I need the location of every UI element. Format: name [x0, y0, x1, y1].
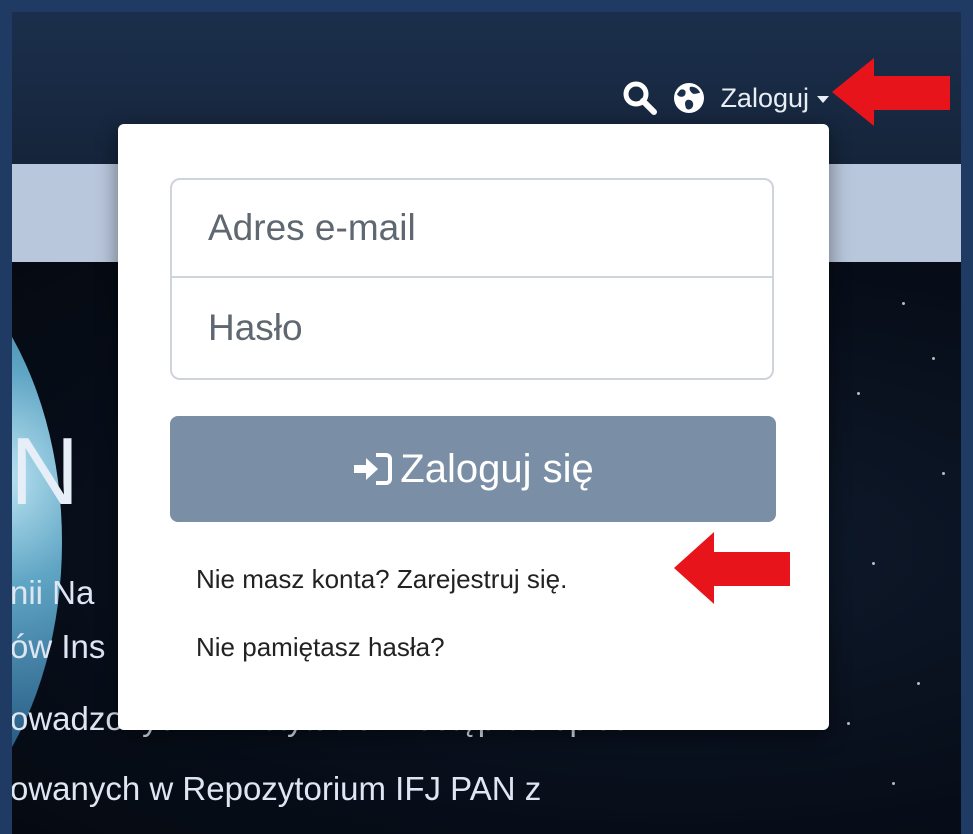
login-dropdown: Zaloguj się Nie masz konta? Zarejestruj …	[118, 124, 829, 730]
red-arrow-icon	[674, 532, 790, 604]
navbar-right: Zaloguj	[622, 76, 829, 120]
forgot-password-link[interactable]: Nie pamiętasz hasła?	[196, 632, 445, 663]
caret-down-icon	[817, 96, 829, 103]
star	[917, 682, 920, 685]
hero-title-fragment: N	[12, 418, 82, 525]
login-dropdown-toggle[interactable]: Zaloguj	[720, 83, 829, 114]
star	[942, 472, 945, 475]
password-field[interactable]	[170, 278, 774, 380]
sign-in-icon	[354, 453, 393, 485]
star	[847, 722, 850, 725]
login-submit-button[interactable]: Zaloguj się	[170, 416, 776, 522]
page-frame: Zaloguj N nii Na ów Ins owadzonych w ins…	[12, 12, 961, 834]
hero-text-line-4: owanych w Repozytorium IFJ PAN z	[12, 770, 542, 807]
star	[857, 392, 860, 395]
star	[872, 562, 875, 565]
email-field[interactable]	[170, 178, 774, 278]
search-icon[interactable]	[622, 80, 658, 116]
globe-icon[interactable]	[672, 81, 706, 115]
star	[932, 357, 935, 360]
star	[902, 302, 905, 305]
register-link[interactable]: Nie masz konta? Zarejestruj się.	[196, 564, 567, 595]
planet-image	[12, 262, 62, 834]
login-toggle-label: Zaloguj	[720, 82, 809, 113]
hero-text-line-1: nii Na	[12, 574, 95, 611]
red-arrow-icon	[832, 58, 950, 126]
star	[892, 782, 895, 785]
login-submit-label: Zaloguj się	[400, 446, 594, 491]
hero-text-line-2: ów Ins	[12, 628, 106, 665]
